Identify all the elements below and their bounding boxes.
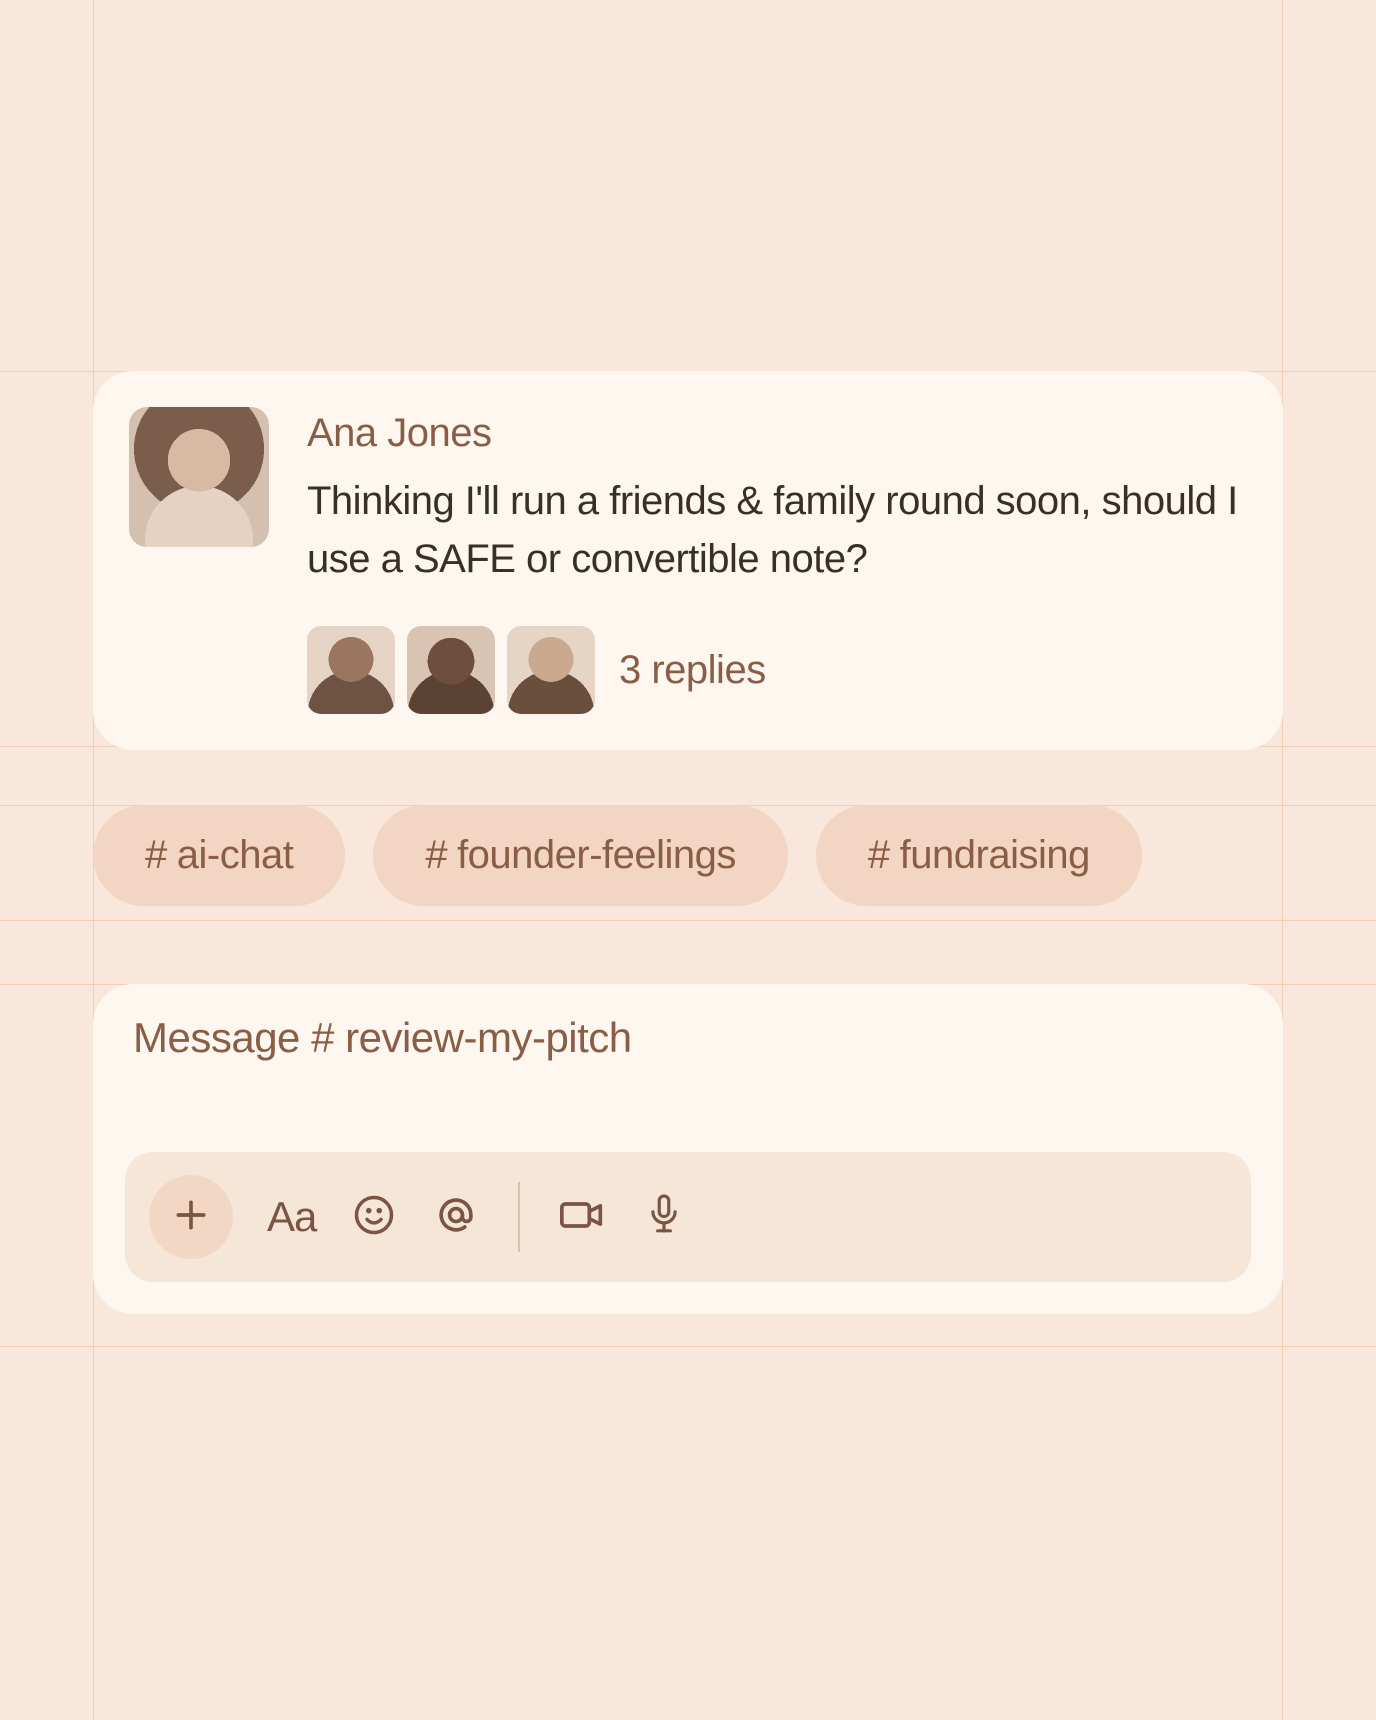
- author-avatar[interactable]: [129, 407, 269, 547]
- channel-label: founder-feelings: [457, 833, 736, 877]
- reply-avatar[interactable]: [307, 626, 395, 714]
- channel-chips: #ai-chat #founder-feelings #fundraising: [93, 805, 1283, 906]
- format-button[interactable]: Aa: [267, 1193, 316, 1241]
- compose-input[interactable]: Message # review-my-pitch: [125, 1014, 1251, 1062]
- hash-icon: #: [425, 833, 447, 877]
- channel-label: fundraising: [900, 833, 1090, 877]
- attach-button[interactable]: [149, 1175, 233, 1259]
- video-button[interactable]: [558, 1193, 606, 1241]
- reply-avatar[interactable]: [507, 626, 595, 714]
- compose-box: Message # review-my-pitch Aa: [93, 984, 1283, 1314]
- format-icon: Aa: [267, 1193, 316, 1241]
- hash-icon: #: [868, 833, 890, 877]
- channel-chip-ai-chat[interactable]: #ai-chat: [93, 805, 345, 906]
- channel-chip-founder-feelings[interactable]: #founder-feelings: [373, 805, 788, 906]
- author-name[interactable]: Ana Jones: [307, 411, 1243, 456]
- plus-icon: [172, 1196, 210, 1239]
- video-icon: [558, 1193, 606, 1242]
- emoji-button[interactable]: [350, 1193, 398, 1241]
- message-card[interactable]: Ana Jones Thinking I'll run a friends & …: [93, 371, 1283, 750]
- mic-button[interactable]: [640, 1193, 688, 1241]
- channel-label: ai-chat: [177, 833, 294, 877]
- reply-avatar[interactable]: [407, 626, 495, 714]
- hash-icon: #: [145, 833, 167, 877]
- channel-chip-fundraising[interactable]: #fundraising: [816, 805, 1142, 906]
- mic-icon: [645, 1192, 683, 1243]
- message-text: Thinking I'll run a friends & family rou…: [307, 472, 1243, 588]
- mention-button[interactable]: [432, 1193, 480, 1241]
- replies-row[interactable]: 3 replies: [307, 626, 1243, 714]
- mention-icon: [434, 1193, 478, 1242]
- replies-count: 3 replies: [619, 648, 766, 693]
- toolbar-divider: [518, 1182, 520, 1252]
- compose-toolbar: Aa: [125, 1152, 1251, 1282]
- emoji-icon: [353, 1194, 395, 1241]
